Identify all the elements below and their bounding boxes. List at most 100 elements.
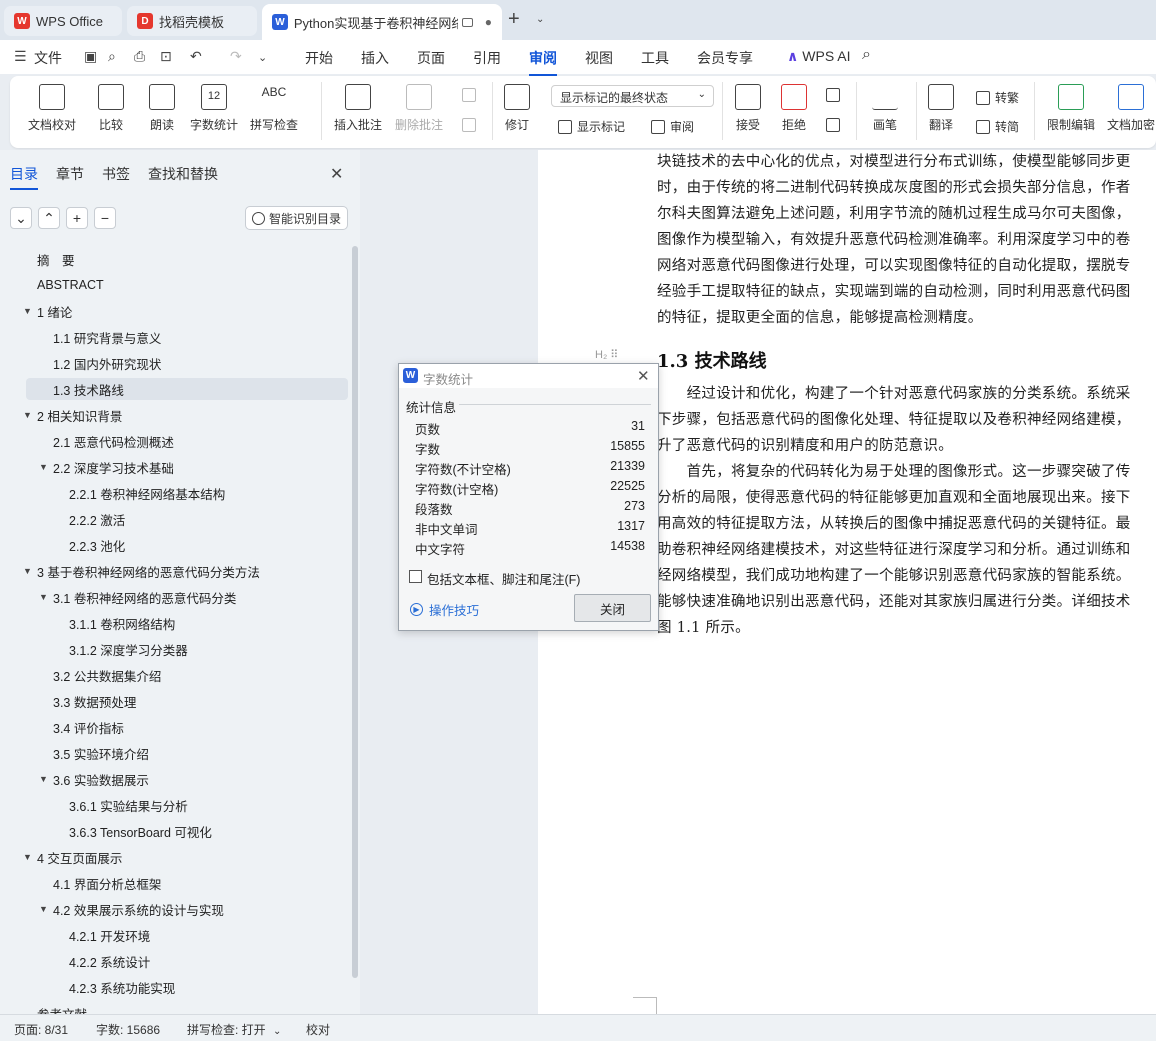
compare-button[interactable]: 比较 bbox=[98, 84, 124, 133]
doc-check-button[interactable]: 文档校对 bbox=[28, 84, 76, 133]
smart-toc-button[interactable]: 智能识别目录 bbox=[245, 206, 348, 230]
menu-insert[interactable]: 插入 bbox=[361, 48, 389, 68]
save-icon[interactable]: ▣ bbox=[84, 48, 97, 65]
menu-wps-ai[interactable]: ∧ WPS AI bbox=[787, 48, 851, 65]
toc-item[interactable]: 2.1 恶意代码检测概述 bbox=[0, 430, 348, 452]
toc-item[interactable]: 3.6.3 TensorBoard 可视化 bbox=[0, 820, 348, 842]
translate-button[interactable]: 翻译 bbox=[928, 84, 954, 133]
toc-item[interactable]: 2.2.3 池化 bbox=[0, 534, 348, 556]
toc-item[interactable]: ▼ 4.2 效果展示系统的设计与实现 bbox=[0, 898, 348, 920]
undo-icon[interactable]: ↶ bbox=[190, 48, 202, 65]
to-simplified-button[interactable]: 转简 bbox=[976, 118, 1019, 135]
expand-arrow-icon[interactable]: ▼ bbox=[23, 566, 32, 576]
toc-item[interactable]: 2.2.2 激活 bbox=[0, 508, 348, 530]
toc-item[interactable]: 1.3 技术路线 bbox=[26, 378, 348, 400]
menu-member[interactable]: 会员专享 bbox=[697, 48, 753, 68]
expand-arrow-icon[interactable]: ▼ bbox=[39, 592, 48, 602]
toc-item[interactable]: ABSTRACT bbox=[0, 274, 348, 296]
tab-wps-office[interactable]: W WPS Office bbox=[4, 6, 122, 36]
toc-item[interactable]: ▼ 3.6 实验数据展示 bbox=[0, 768, 348, 790]
tab-current-document[interactable]: W Python实现基于卷积神经网络 ● bbox=[262, 4, 502, 40]
menu-view[interactable]: 视图 bbox=[585, 48, 613, 68]
expand-arrow-icon[interactable]: ▼ bbox=[39, 774, 48, 784]
chevron-down-icon[interactable]: ⌄ bbox=[536, 14, 544, 25]
track-changes-button[interactable]: 修订 bbox=[504, 84, 530, 133]
show-markup-button[interactable]: 显示标记 bbox=[558, 118, 625, 135]
tab-bookmarks[interactable]: 书签 bbox=[102, 164, 130, 184]
word-count-button[interactable]: 12 字数统计 bbox=[190, 84, 238, 133]
spell-check-button[interactable]: ABC 拼写检查 bbox=[250, 84, 298, 133]
expand-arrow-icon[interactable]: ▼ bbox=[23, 306, 32, 316]
expand-button[interactable]: ⌃ bbox=[38, 207, 60, 229]
toc-item[interactable]: ▼ 3.1 卷积神经网络的恶意代码分类 bbox=[0, 586, 348, 608]
close-icon[interactable]: ✕ bbox=[330, 164, 343, 184]
expand-arrow-icon[interactable]: ▼ bbox=[39, 462, 48, 472]
tab-unsaved-dot[interactable]: ● bbox=[485, 15, 492, 29]
page-indicator[interactable]: 页面: 8/31 bbox=[14, 1021, 68, 1038]
menu-tools[interactable]: 工具 bbox=[641, 48, 669, 68]
menu-references[interactable]: 引用 bbox=[473, 48, 501, 68]
collapse-button[interactable]: ⌄ bbox=[10, 207, 32, 229]
search-icon[interactable]: ⌕ bbox=[862, 46, 871, 64]
toc-item[interactable]: ▼ 3 基于卷积神经网络的恶意代码分类方法 bbox=[0, 560, 348, 582]
tab-toc[interactable]: 目录 bbox=[10, 164, 38, 190]
toc-item[interactable]: 3.4 评价指标 bbox=[0, 716, 348, 738]
menu-home[interactable]: 开始 bbox=[305, 48, 333, 68]
toc-item[interactable]: 3.3 数据预处理 bbox=[0, 690, 348, 712]
restrict-edit-button[interactable]: 限制编辑 bbox=[1047, 84, 1095, 133]
prev-comment-button[interactable] bbox=[462, 88, 481, 102]
next-change-button[interactable] bbox=[826, 118, 845, 132]
close-icon[interactable]: ✕ bbox=[637, 367, 650, 385]
hamburger-icon[interactable]: ☰ bbox=[14, 48, 27, 65]
toc-item[interactable]: 3.5 实验环境介绍 bbox=[0, 742, 348, 764]
toc-item[interactable]: 1.2 国内外研究现状 bbox=[0, 352, 348, 374]
toc-item[interactable]: ▼ 2.2 深度学习技术基础 bbox=[0, 456, 348, 478]
tips-link[interactable]: ▶ 操作技巧 bbox=[410, 600, 479, 619]
delete-comment-button[interactable]: 删除批注 bbox=[395, 84, 443, 133]
toc-item[interactable]: 3.2 公共数据集介绍 bbox=[0, 664, 348, 686]
close-button[interactable]: 关闭 bbox=[574, 594, 651, 622]
print-icon[interactable]: ⎙ bbox=[134, 48, 145, 65]
menu-file[interactable]: 文件 bbox=[34, 48, 62, 68]
tab-docer-templates[interactable]: D 找稻壳模板 bbox=[127, 6, 257, 36]
expand-arrow-icon[interactable]: ▼ bbox=[23, 852, 32, 862]
new-tab-button[interactable]: + bbox=[508, 8, 520, 31]
add-heading-button[interactable]: + bbox=[66, 207, 88, 229]
prev-change-button[interactable] bbox=[826, 88, 845, 102]
toc-item[interactable]: 4.2.3 系统功能实现 bbox=[0, 976, 348, 998]
read-aloud-button[interactable]: 朗读 bbox=[149, 84, 175, 133]
display-mode-select[interactable]: 显示标记的最终状态 ⌄ bbox=[551, 85, 714, 107]
toc-item[interactable]: 2.2.1 卷积神经网络基本结构 bbox=[0, 482, 348, 504]
menu-review[interactable]: 审阅 bbox=[529, 48, 557, 76]
include-textbox-checkbox[interactable] bbox=[409, 570, 422, 583]
toc-item[interactable]: ▼ 2 相关知识背景 bbox=[0, 404, 348, 426]
remove-heading-button[interactable]: − bbox=[94, 207, 116, 229]
tab-find-replace[interactable]: 查找和替换 bbox=[148, 164, 218, 184]
toc-item[interactable]: 1.1 研究背景与意义 bbox=[0, 326, 348, 348]
redo-icon[interactable]: ↷ bbox=[230, 48, 242, 65]
spell-check-indicator[interactable]: 拼写检查: 打开 ⌄ bbox=[187, 1021, 281, 1038]
expand-arrow-icon[interactable]: ▼ bbox=[23, 410, 32, 420]
to-traditional-button[interactable]: 转繁 bbox=[976, 89, 1019, 106]
toc-item[interactable]: 3.6.1 实验结果与分析 bbox=[0, 794, 348, 816]
toc-item[interactable]: ▼ 4 交互页面展示 bbox=[0, 846, 348, 868]
include-textbox-label[interactable]: 包括文本框、脚注和尾注(F) bbox=[427, 569, 580, 588]
print-preview-icon[interactable]: ⊡ bbox=[160, 48, 172, 65]
toc-item[interactable]: 4.1 界面分析总框架 bbox=[0, 872, 348, 894]
insert-comment-button[interactable]: 插入批注 bbox=[334, 84, 382, 133]
toc-item[interactable]: 3.1.1 卷积网络结构 bbox=[0, 612, 348, 634]
toc-item[interactable]: 3.1.2 深度学习分类器 bbox=[0, 638, 348, 660]
scrollbar[interactable] bbox=[352, 246, 358, 978]
chevron-down-icon[interactable]: ⌄ bbox=[258, 51, 267, 64]
pen-button[interactable]: 画笔 bbox=[872, 84, 898, 133]
menu-page[interactable]: 页面 bbox=[417, 48, 445, 68]
toc-item[interactable]: 4.2.1 开发环境 bbox=[0, 924, 348, 946]
next-comment-button[interactable] bbox=[462, 118, 481, 132]
proofread-indicator[interactable]: 校对 bbox=[306, 1021, 330, 1038]
review-pane-button[interactable]: 审阅 bbox=[651, 118, 694, 135]
reject-button[interactable]: 拒绝 bbox=[781, 84, 807, 133]
toc-item[interactable]: ▼ 1 绪论 bbox=[0, 300, 348, 322]
expand-arrow-icon[interactable]: ▼ bbox=[39, 904, 48, 914]
dialog-titlebar[interactable]: W 字数统计 ✕ bbox=[399, 364, 658, 388]
toc-item[interactable]: 4.2.2 系统设计 bbox=[0, 950, 348, 972]
